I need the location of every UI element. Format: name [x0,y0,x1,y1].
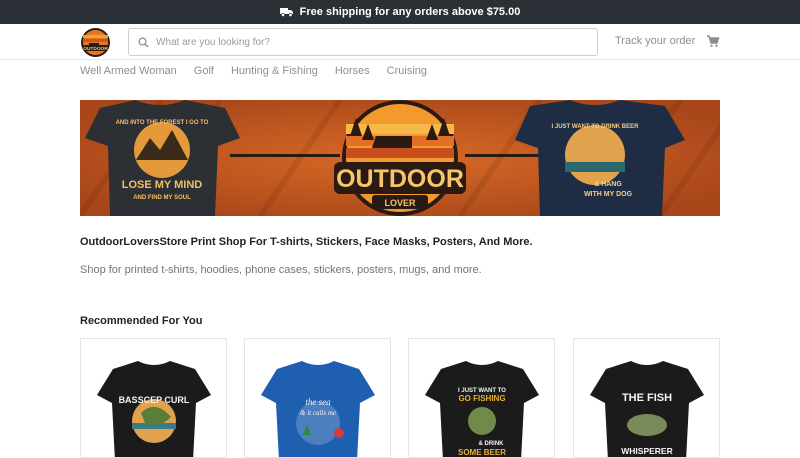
category-nav: Well Armed Woman Golf Hunting & Fishing … [80,64,444,78]
outdoor-logo[interactable]: OUTDOOR [80,27,111,58]
search-input[interactable] [156,36,576,48]
product-shirt-text: & it calls me [300,409,336,417]
truck-icon [279,8,293,17]
right-shirt-bottom1: & HANG [594,181,622,188]
logo-text: OUTDOOR [83,46,108,52]
site-header: OUTDOOR Track your order [0,24,800,60]
nav-item-horses[interactable]: Horses [335,64,370,78]
nav-item-hunting-fishing[interactable]: Hunting & Fishing [231,64,318,78]
banner-image: AND INTO THE FOREST I GO TO LOSE MY MIND… [80,100,720,216]
product-shirt-text: SOME BEER [458,448,506,457]
left-shirt-bottom: AND FIND MY SOUL [133,195,191,201]
shop-tagline: OutdoorLoversStore Print Shop For T-shir… [80,236,533,248]
product-shirt-text: BASSCEP CURL [119,395,190,405]
product-shirt-text: THE FISH [622,392,672,404]
product-shirt-text: & DRINK [479,441,505,447]
right-shirt-top: I JUST WANT TO DRINK BEER [552,124,640,130]
product-shirt-text: GO FISHING [458,394,505,403]
right-shirt-bottom2: WITH MY DOG [584,191,633,198]
product-image: THE FISH WHISPERER [590,361,704,457]
nav-item-cruising[interactable]: Cruising [387,64,427,78]
hero-banner[interactable]: AND INTO THE FOREST I GO TO LOSE MY MIND… [80,100,720,216]
track-order-link[interactable]: Track your order [615,35,695,47]
product-card[interactable]: BASSCEP CURL [80,338,227,458]
shipping-banner: Free shipping for any orders above $75.0… [0,0,800,24]
left-shirt-top: AND INTO THE FOREST I GO TO [116,120,209,126]
banner-title: OUTDOOR [336,165,464,193]
product-card[interactable]: I JUST WANT TO GO FISHING & DRINK SOME B… [408,338,555,458]
product-image: BASSCEP CURL [97,361,211,457]
shop-subtext: Shop for printed t-shirts, hoodies, phon… [80,264,482,276]
left-shirt-main: LOSE MY MIND [122,179,203,191]
shipping-text: Free shipping for any orders above $75.0… [299,6,521,18]
product-image: the sea & it calls me [261,361,375,457]
cart-icon[interactable] [706,34,720,48]
recommended-heading: Recommended For You [80,315,203,327]
product-shirt-text: the sea [305,397,331,407]
search-icon [138,36,149,47]
product-card[interactable]: the sea & it calls me [244,338,391,458]
product-shirt-text: WHISPERER [621,446,672,456]
product-image: I JUST WANT TO GO FISHING & DRINK SOME B… [425,361,539,457]
banner-subtitle: LOVER [384,198,416,208]
nav-item-golf[interactable]: Golf [194,64,214,78]
search-box[interactable] [128,28,598,56]
product-card[interactable]: THE FISH WHISPERER [573,338,720,458]
nav-item-well-armed-woman[interactable]: Well Armed Woman [80,64,177,78]
